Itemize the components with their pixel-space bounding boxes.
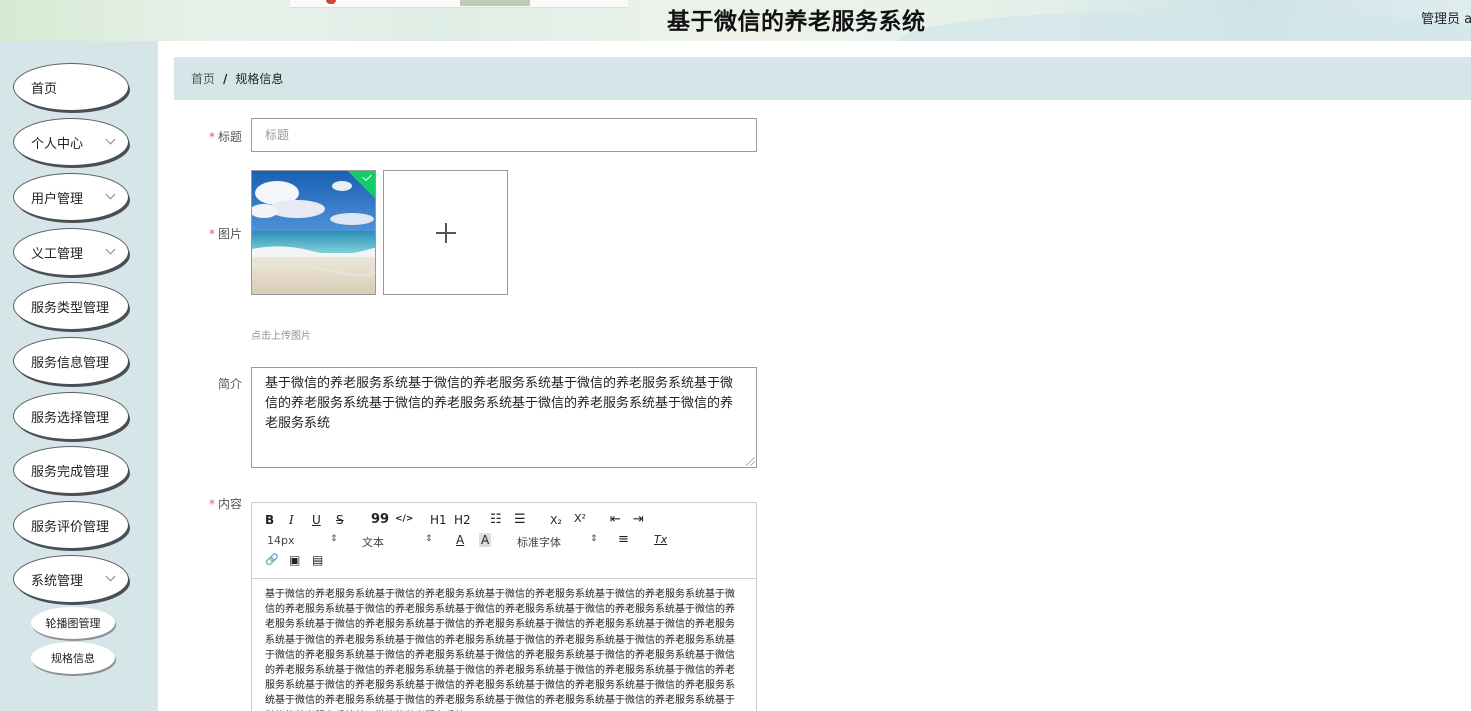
- bold-button[interactable]: B: [265, 513, 274, 527]
- link-icon[interactable]: 🔗: [265, 553, 279, 566]
- sidebar-item-label: 用户管理: [31, 191, 84, 207]
- sidebar-item-label: 服务信息管理: [31, 355, 110, 371]
- breadcrumb-home[interactable]: 首页: [191, 70, 215, 87]
- header-wave-decoration: [900, 10, 1471, 41]
- code-block-button[interactable]: </>: [395, 514, 413, 524]
- sidebar-item-volunteers[interactable]: 义工管理: [14, 229, 128, 275]
- strike-button[interactable]: S: [336, 513, 344, 527]
- text-color-button[interactable]: A: [456, 533, 464, 547]
- image-label-text: 图片: [217, 227, 242, 241]
- background-color-button[interactable]: A: [479, 533, 492, 547]
- header-banner-accent: [460, 0, 530, 6]
- beach-photo: [252, 171, 375, 294]
- sidebar-item-label: 服务类型管理: [31, 300, 110, 316]
- sidebar-item-label: 个人中心: [31, 136, 84, 152]
- chevron-down-icon: [105, 134, 116, 145]
- clean-format-button[interactable]: Tx: [654, 533, 667, 546]
- select-arrows-icon: ⇕: [330, 534, 338, 544]
- content-label-text: 内容: [217, 497, 242, 511]
- sidebar-item-users[interactable]: 用户管理: [14, 174, 128, 220]
- breadcrumb-current: 规格信息: [235, 72, 284, 86]
- video-icon[interactable]: ▤: [312, 553, 323, 567]
- subscript-button[interactable]: X₂: [550, 514, 562, 527]
- sidebar-subitem-carousel[interactable]: 轮播图管理: [31, 607, 115, 639]
- desc-label-text: 简介: [217, 377, 242, 391]
- blockquote-button[interactable]: 99: [371, 512, 389, 527]
- sidebar-item-home[interactable]: 首页: [14, 64, 128, 110]
- title-label: * 标题: [182, 128, 242, 145]
- uploaded-image-thumbnail[interactable]: [251, 170, 376, 295]
- superscript-button[interactable]: X²: [574, 512, 586, 525]
- outdent-icon[interactable]: ⇤: [610, 512, 621, 527]
- sidebar-item-label: 义工管理: [31, 246, 84, 262]
- app-title: 基于微信的养老服务系统: [667, 9, 926, 35]
- textarea-resize-handle[interactable]: [746, 457, 755, 466]
- indent-icon[interactable]: ⇥: [633, 512, 644, 527]
- sidebar-item-profile[interactable]: 个人中心: [14, 119, 128, 165]
- title-label-text: 标题: [217, 130, 242, 144]
- sidebar-subitem-specs[interactable]: 规格信息: [31, 642, 115, 674]
- font-size-select[interactable]: 14px ⇕: [267, 534, 338, 547]
- user-label[interactable]: 管理员 a: [1421, 8, 1471, 27]
- header2-button[interactable]: H2: [454, 513, 471, 527]
- header1-button[interactable]: H1: [430, 513, 447, 527]
- upload-hint: 点击上传图片: [251, 331, 311, 342]
- sidebar-item-label: 系统管理: [31, 573, 84, 589]
- select-arrows-icon: ⇕: [425, 534, 433, 544]
- breadcrumb-separator: /: [223, 71, 228, 86]
- sidebar-item-service-types[interactable]: 服务类型管理: [14, 283, 128, 329]
- required-mark: *: [208, 130, 215, 144]
- font-size-value: 14px: [267, 534, 295, 547]
- content-label: * 内容: [182, 495, 242, 512]
- upload-image-button[interactable]: [383, 170, 508, 295]
- editor-content[interactable]: 基于微信的养老服务系统基于微信的养老服务系统基于微信的养老服务系统基于微信的养老…: [265, 587, 743, 711]
- rich-text-editor: B I U S 99 </> H1 H2 ☷ ☰ X₂ X² ⇤ ⇥ 14px ⇕…: [251, 502, 757, 711]
- align-button[interactable]: ≡: [618, 532, 629, 547]
- top-header: 基于微信的养老服务系统 管理员 a: [0, 0, 1471, 41]
- chevron-down-icon: [105, 571, 116, 582]
- chevron-down-icon: [105, 189, 116, 200]
- required-mark: *: [208, 227, 215, 241]
- sidebar: 首页 个人中心 用户管理 义工管理 服务类型管理 服务信息管理 服务选择管理 服…: [0, 41, 158, 711]
- ordered-list-icon[interactable]: ☷: [490, 512, 502, 527]
- breadcrumb: 首页 / 规格信息: [174, 57, 1471, 100]
- font-family-value: 标准字体: [517, 536, 561, 549]
- sidebar-item-label: 服务评价管理: [31, 519, 110, 535]
- font-family-select[interactable]: 标准字体 ⇕: [517, 534, 598, 550]
- sidebar-item-service-completion[interactable]: 服务完成管理: [14, 447, 128, 493]
- bullet-list-icon[interactable]: ☰: [514, 512, 526, 527]
- image-icon[interactable]: ▣: [289, 553, 300, 567]
- underline-button[interactable]: U: [312, 513, 321, 527]
- italic-button[interactable]: I: [289, 513, 294, 527]
- header-format-value: 文本: [362, 536, 384, 549]
- chevron-down-icon: [105, 244, 116, 255]
- plus-icon-vertical: [445, 223, 447, 243]
- description-textarea[interactable]: 基于微信的养老服务系统基于微信的养老服务系统基于微信的养老服务系统基于微信的养老…: [251, 367, 757, 468]
- sidebar-item-service-info[interactable]: 服务信息管理: [14, 338, 128, 384]
- sidebar-item-system[interactable]: 系统管理: [14, 556, 128, 602]
- select-arrows-icon: ⇕: [590, 534, 598, 544]
- sidebar-item-service-selection[interactable]: 服务选择管理: [14, 393, 128, 439]
- editor-toolbar: B I U S 99 </> H1 H2 ☷ ☰ X₂ X² ⇤ ⇥ 14px ⇕…: [252, 503, 756, 579]
- title-input[interactable]: [251, 118, 757, 152]
- required-mark: *: [208, 497, 215, 511]
- desc-label: 简介: [182, 375, 242, 392]
- header-banner-image: [290, 0, 628, 8]
- image-label: * 图片: [182, 225, 242, 242]
- sidebar-item-service-review[interactable]: 服务评价管理: [14, 502, 128, 548]
- sidebar-item-label: 服务完成管理: [31, 464, 110, 480]
- sidebar-item-label: 服务选择管理: [31, 410, 110, 426]
- sidebar-item-label: 首页: [31, 81, 58, 97]
- header-format-select[interactable]: 文本 ⇕: [362, 534, 433, 550]
